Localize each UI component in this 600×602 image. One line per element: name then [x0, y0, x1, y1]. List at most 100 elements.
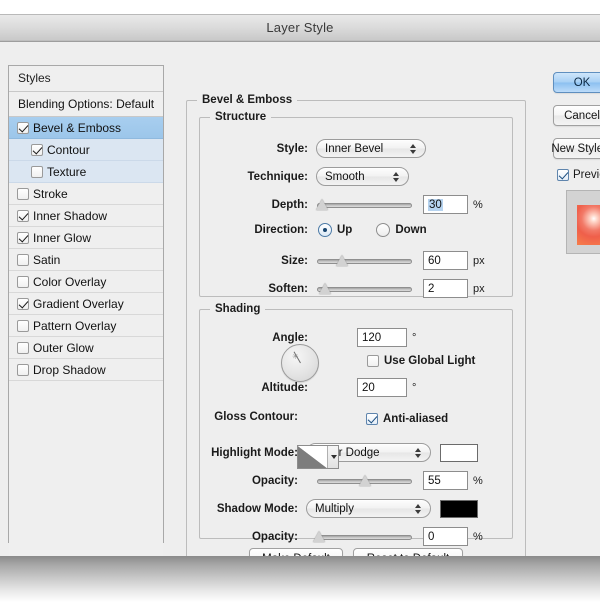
highlight-opacity-row: Opacity: 55 %	[200, 471, 510, 490]
direction-up-radio[interactable]	[318, 223, 332, 237]
direction-down-option[interactable]: Down	[376, 223, 426, 237]
shadow-mode-select[interactable]: Multiply	[306, 499, 431, 518]
styles-list-item-checkbox[interactable]	[17, 298, 29, 310]
depth-slider-thumb[interactable]	[316, 199, 329, 211]
dialog-titlebar[interactable]: Layer Style	[0, 15, 600, 42]
anti-aliased-option[interactable]: Anti-aliased	[366, 413, 448, 425]
angle-input-value: 120	[362, 332, 381, 344]
highlight-opacity-thumb[interactable]	[359, 475, 372, 487]
styles-list-item-label: Drop Shadow	[33, 363, 106, 377]
styles-list-item[interactable]: Gradient Overlay	[9, 293, 163, 315]
styles-list-item-checkbox[interactable]	[17, 254, 29, 266]
shadow-color-swatch[interactable]	[440, 500, 478, 518]
shadow-mode-row: Shadow Mode: Multiply	[200, 499, 510, 518]
styles-list-panel: Styles Blending Options: Default Bevel &…	[8, 65, 164, 543]
new-style-button[interactable]: New Style...	[553, 138, 600, 159]
styles-list-item[interactable]: Contour	[9, 139, 163, 161]
depth-slider[interactable]	[317, 198, 412, 212]
highlight-color-swatch[interactable]	[440, 444, 478, 462]
shadow-opacity-unit: %	[473, 531, 483, 543]
styles-list-item[interactable]: Outer Glow	[9, 337, 163, 359]
shadow-opacity-thumb[interactable]	[313, 531, 326, 543]
updown-arrows-icon	[393, 171, 400, 183]
highlight-opacity-input[interactable]: 55	[423, 471, 468, 490]
styles-list-item[interactable]: Satin	[9, 249, 163, 271]
blending-options-row[interactable]: Blending Options: Default	[9, 92, 163, 117]
styles-list-item-checkbox[interactable]	[17, 342, 29, 354]
styles-list-header: Styles	[9, 66, 163, 92]
direction-up-label: Up	[337, 224, 352, 236]
shading-group: Shading Angle: 120 ° Use Global Light	[199, 309, 513, 539]
style-select[interactable]: Inner Bevel	[316, 139, 426, 158]
altitude-label: Altitude:	[200, 382, 308, 394]
styles-list-item-checkbox[interactable]	[17, 122, 29, 134]
cancel-button[interactable]: Cancel	[553, 105, 600, 126]
styles-list-item[interactable]: Stroke	[9, 183, 163, 205]
technique-select[interactable]: Smooth	[316, 167, 409, 186]
structure-group: Structure Style: Inner Bevel Technique:	[199, 117, 513, 297]
shadow-mode-value: Multiply	[315, 503, 354, 515]
preview-option[interactable]: Preview	[557, 169, 600, 181]
shadow-opacity-input[interactable]: 0	[423, 527, 468, 546]
styles-list-item[interactable]: Color Overlay	[9, 271, 163, 293]
size-unit: px	[473, 255, 485, 267]
styles-list-item-checkbox[interactable]	[31, 144, 43, 156]
styles-list-item-checkbox[interactable]	[17, 232, 29, 244]
reset-to-default-button[interactable]: Reset to Default	[353, 548, 463, 556]
angle-input[interactable]: 120	[357, 328, 407, 347]
preview-label: Preview	[573, 169, 600, 181]
style-label: Style:	[200, 143, 308, 155]
styles-list-item[interactable]: Pattern Overlay	[9, 315, 163, 337]
styles-list-item[interactable]: Inner Shadow	[9, 205, 163, 227]
gloss-contour-picker[interactable]	[297, 445, 339, 469]
chevron-down-icon[interactable]	[327, 446, 338, 468]
soften-slider[interactable]	[317, 282, 412, 296]
direction-down-radio[interactable]	[376, 223, 390, 237]
shadow-opacity-slider[interactable]	[317, 530, 412, 544]
anti-aliased-checkbox[interactable]	[366, 413, 378, 425]
technique-row: Technique: Smooth	[200, 167, 500, 186]
altitude-input[interactable]: 20	[357, 378, 407, 397]
angle-dial-center-icon: ✳	[292, 354, 297, 359]
direction-up-option[interactable]: Up	[318, 223, 352, 237]
styles-list-item-label: Color Overlay	[33, 275, 106, 289]
size-slider[interactable]	[317, 254, 412, 268]
preview-thumbnail-box	[566, 190, 600, 254]
depth-slider-track	[317, 203, 412, 208]
styles-list-item-checkbox[interactable]	[17, 188, 29, 200]
styles-effect-rows: Bevel & EmbossContourTextureStrokeInner …	[9, 117, 163, 381]
highlight-opacity-slider[interactable]	[317, 474, 412, 488]
size-slider-track	[317, 259, 412, 264]
use-global-light-checkbox[interactable]	[367, 355, 379, 367]
use-global-light-option[interactable]: Use Global Light	[367, 355, 475, 367]
depth-input[interactable]: 30	[423, 195, 468, 214]
styles-list-item-checkbox[interactable]	[17, 276, 29, 288]
size-slider-thumb[interactable]	[336, 255, 349, 267]
make-default-button[interactable]: Make Default	[249, 548, 343, 556]
styles-list-item[interactable]: Drop Shadow	[9, 359, 163, 381]
ok-button[interactable]: OK	[553, 72, 600, 93]
styles-list-item-label: Inner Glow	[33, 231, 91, 245]
gloss-contour-curve-thumbnail	[298, 446, 327, 468]
size-input[interactable]: 60	[423, 251, 468, 270]
preview-checkbox[interactable]	[557, 169, 569, 181]
styles-list-item-checkbox[interactable]	[17, 210, 29, 222]
size-label: Size:	[200, 255, 308, 267]
angle-dial[interactable]: ✳	[281, 344, 319, 382]
styles-list-empty-area	[9, 381, 163, 556]
styles-list-item[interactable]: Texture	[9, 161, 163, 183]
soften-slider-thumb[interactable]	[319, 283, 332, 295]
size-row: Size: 60 px	[200, 251, 500, 270]
styles-list-item-checkbox[interactable]	[31, 166, 43, 178]
styles-list-item-checkbox[interactable]	[17, 364, 29, 376]
styles-list-item[interactable]: Inner Glow	[9, 227, 163, 249]
styles-list-item[interactable]: Bevel & Emboss	[9, 117, 163, 139]
styles-list-item-checkbox[interactable]	[17, 320, 29, 332]
soften-input[interactable]: 2	[423, 279, 468, 298]
altitude-unit: °	[412, 382, 416, 394]
page-title: Layer Style	[0, 20, 600, 35]
highlight-opacity-value: 55	[428, 475, 441, 487]
direction-label: Direction:	[200, 224, 308, 236]
depth-row: Depth: 30 %	[200, 195, 500, 214]
updown-arrows-icon	[415, 503, 422, 515]
